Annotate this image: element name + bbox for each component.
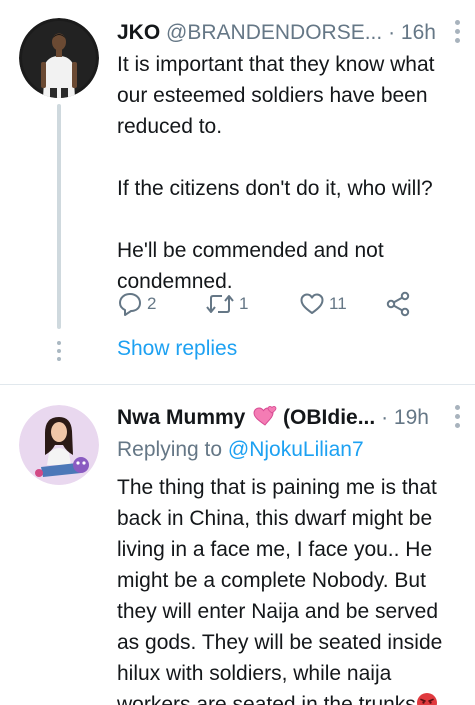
tweet-actions: 2 1 11 — [117, 290, 427, 318]
share-button[interactable] — [385, 290, 411, 318]
tweet-line: reduced to. — [117, 115, 223, 138]
avatar-nwa-mummy[interactable] — [19, 405, 99, 485]
tweet-line: The thing that is paining me is that — [117, 476, 437, 499]
tweet-line: might be a complete Nobody. But — [117, 569, 426, 592]
tweet-line: our esteemed soldiers have been — [117, 84, 428, 107]
reply-button[interactable]: 2 — [117, 290, 156, 318]
heart-icon — [300, 293, 324, 314]
share-icon — [386, 291, 410, 317]
reply-icon — [119, 293, 141, 316]
retweet-icon — [206, 295, 234, 313]
tweet-line: If the citizens don't do it, who will? — [117, 177, 433, 200]
tweet-text: The thing that is paining me is that bac… — [117, 472, 455, 705]
thread-line — [57, 104, 61, 329]
like-button[interactable]: 11 — [299, 290, 347, 318]
tweet-line: hilux with soldiers, while naija — [117, 662, 392, 685]
reply-count: 2 — [147, 294, 157, 313]
timestamp[interactable]: 16h — [401, 21, 435, 44]
separator-dot: · — [388, 21, 396, 44]
user-handle[interactable]: @BRANDENDORSE... — [166, 21, 382, 44]
tweet-line: living in a face me, I face you.. He — [117, 538, 433, 561]
tweet-line: He'll be commended and not — [117, 239, 384, 262]
replying-to: Replying to @NjokuLilian7 — [117, 435, 364, 465]
more-options-icon[interactable] — [453, 20, 461, 48]
display-name-suffix[interactable]: (OBIdie... — [283, 406, 375, 429]
tweet-line: they will enter Naija and be served — [117, 600, 439, 623]
tweet-header: JKO @BRANDENDORSE... · 16h — [117, 18, 435, 48]
thread-dots — [55, 341, 63, 363]
retweet-count: 1 — [239, 294, 249, 313]
tweet-jko[interactable]: JKO @BRANDENDORSE... · 16h It is importa… — [0, 0, 475, 384]
tweet-line: back in China, this dwarf might be — [117, 507, 433, 530]
more-options-icon[interactable] — [453, 405, 461, 433]
tweet-line-last: workers are seated in the trunks — [117, 689, 455, 705]
tweet-header: Nwa Mummy (OBIdie... · 19h — [117, 403, 435, 433]
display-name[interactable]: Nwa Mummy — [117, 406, 245, 429]
tweet-text: It is important that they know what our … — [117, 49, 455, 297]
tweet-line: It is important that they know what — [117, 53, 435, 76]
retweet-button[interactable]: 1 — [205, 290, 248, 318]
avatar-jko[interactable] — [19, 18, 99, 98]
tweet-line: as gods. They will be seated inside — [117, 631, 443, 654]
angry-face-icon — [416, 692, 438, 705]
timestamp[interactable]: 19h — [394, 406, 429, 429]
display-name[interactable]: JKO — [117, 21, 160, 44]
replying-to-label: Replying to — [117, 438, 223, 461]
tweet-line: workers are seated in the trunks — [117, 693, 416, 705]
show-replies-link[interactable]: Show replies — [117, 337, 237, 361]
separator-dot: · — [381, 406, 389, 429]
replying-to-mention[interactable]: @NjokuLilian7 — [228, 438, 364, 461]
like-count: 11 — [329, 294, 347, 313]
tweet-nwa-mummy[interactable]: Nwa Mummy (OBIdie... · 19h Replying to @… — [0, 385, 475, 705]
two-hearts-icon — [251, 405, 277, 433]
